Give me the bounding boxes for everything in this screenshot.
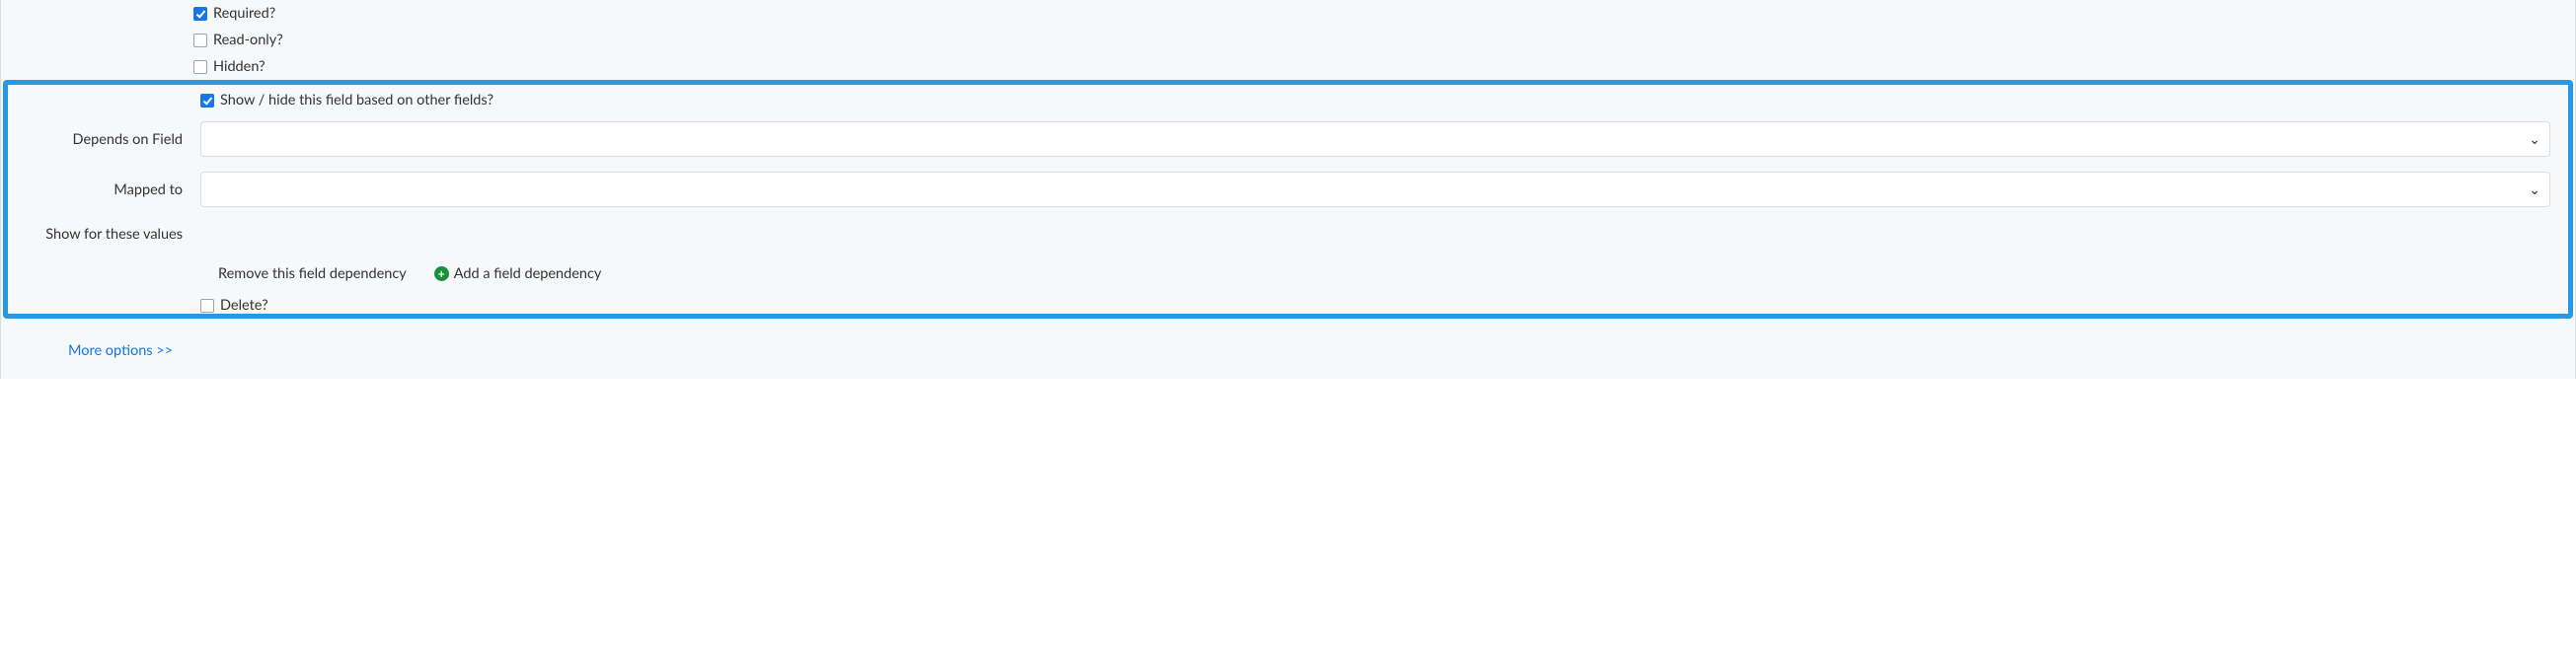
plus-circle-icon: +	[434, 266, 449, 281]
delete-label[interactable]: Delete?	[220, 297, 268, 314]
mapped-to-label: Mapped to	[8, 181, 200, 198]
dependency-highlight: Show / hide this field based on other fi…	[3, 80, 2573, 319]
delete-checkbox[interactable]	[200, 299, 214, 313]
required-checkbox[interactable]	[193, 7, 207, 21]
hidden-row: Hidden?	[1, 53, 2575, 80]
depends-on-field-label: Depends on Field	[8, 131, 200, 148]
mapped-to-row: Mapped to ⌄	[8, 162, 2568, 212]
showhide-label[interactable]: Show / hide this field based on other fi…	[220, 92, 493, 109]
hidden-checkbox[interactable]	[193, 60, 207, 74]
required-row: Required?	[1, 0, 2575, 27]
show-for-values-label: Show for these values	[8, 226, 200, 243]
hidden-label[interactable]: Hidden?	[213, 58, 265, 75]
add-dependency-label: Add a field dependency	[454, 265, 602, 282]
form-panel: Required? Read-only? Hidden? Show / hide…	[0, 0, 2576, 379]
showhide-checkbox[interactable]	[200, 94, 214, 108]
dependency-actions: Remove this field dependency + Add a fie…	[8, 248, 2568, 292]
required-label[interactable]: Required?	[213, 5, 275, 22]
show-for-row: Show for these values	[8, 212, 2568, 248]
depends-on-select[interactable]	[200, 121, 2550, 157]
delete-row: Delete?	[8, 292, 2568, 314]
readonly-checkbox[interactable]	[193, 34, 207, 47]
readonly-row: Read-only?	[1, 27, 2575, 53]
mapped-to-select[interactable]	[200, 172, 2550, 207]
showhide-row: Show / hide this field based on other fi…	[8, 87, 2568, 113]
remove-dependency-link[interactable]: Remove this field dependency	[218, 265, 407, 282]
more-options-link[interactable]: More options >>	[68, 342, 173, 359]
readonly-label[interactable]: Read-only?	[213, 32, 283, 48]
add-dependency-link[interactable]: + Add a field dependency	[434, 265, 602, 282]
depends-on-row: Depends on Field ⌄	[8, 113, 2568, 162]
